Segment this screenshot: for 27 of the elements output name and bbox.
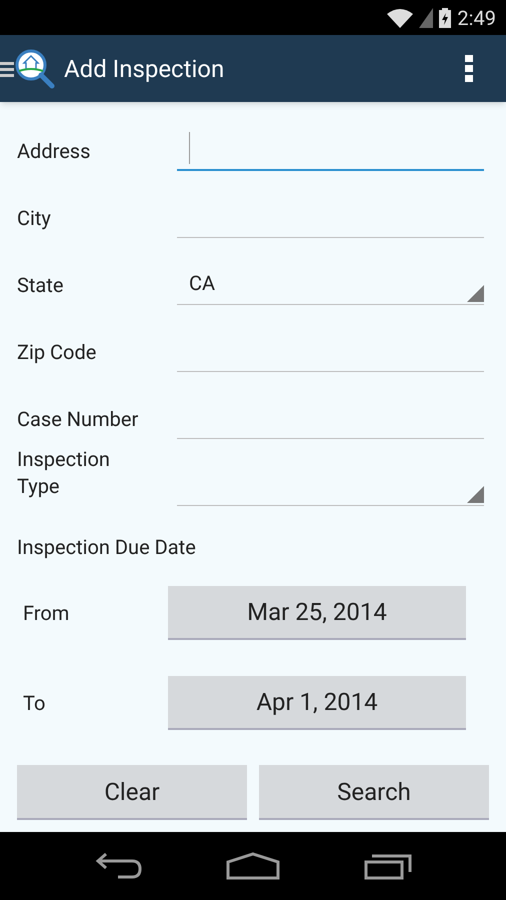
action-button[interactable]: Search — [259, 765, 489, 820]
battery-icon — [439, 8, 452, 28]
recent-apps-icon[interactable] — [364, 852, 412, 880]
field-label: Inspection Type — [17, 446, 111, 500]
overflow-menu-icon[interactable] — [465, 54, 473, 82]
date-picker-button[interactable]: Mar 25, 2014 — [168, 586, 466, 640]
dropdown-triangle-icon — [467, 285, 484, 302]
section-heading: Inspection Due Date — [17, 534, 197, 561]
field-label: State — [17, 272, 64, 299]
field-label: Case Number — [17, 406, 140, 433]
screen-title: Add Inspection — [64, 54, 226, 84]
dropdown-field[interactable]: CA — [177, 261, 484, 305]
text-cursor — [189, 132, 190, 164]
dropdown-triangle-icon — [467, 486, 484, 503]
field-label: Zip Code — [17, 339, 98, 366]
home-icon[interactable] — [226, 852, 280, 880]
date-picker-button[interactable]: Apr 1, 2014 — [168, 676, 466, 730]
field-label: City — [17, 205, 52, 232]
action-button[interactable]: Clear — [17, 765, 247, 820]
field-label: Address — [17, 138, 92, 165]
signal-icon — [419, 8, 434, 28]
back-icon[interactable] — [94, 852, 142, 880]
wifi-icon — [387, 8, 414, 28]
clock: 2:49 — [457, 4, 496, 32]
date-label: To — [22, 690, 46, 717]
magnifier-house-icon[interactable] — [14, 48, 56, 88]
date-label: From — [22, 600, 70, 627]
